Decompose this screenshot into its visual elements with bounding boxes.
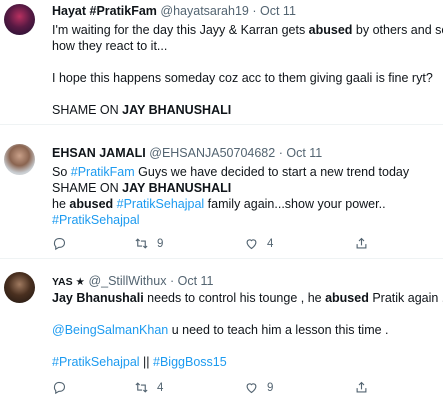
text-run: I'm waiting for the day this Jayy & Karr… bbox=[52, 23, 309, 37]
like-count: 4 bbox=[267, 237, 274, 250]
hashtag-link[interactable]: #BiggBoss15 bbox=[153, 355, 227, 369]
tweet-line: Jay Bhanushali needs to control his toun… bbox=[52, 290, 443, 306]
retweet-count: 9 bbox=[157, 237, 164, 250]
text-run: Pratik again . bbox=[368, 291, 443, 305]
tweet-line: he abused #PratikSehajpal family again..… bbox=[52, 196, 409, 212]
tweet-line: So #PratikFam Guys we have decided to st… bbox=[52, 164, 409, 180]
tweet-line bbox=[52, 338, 443, 354]
text-run: Guys we have decided to start a new tren… bbox=[134, 165, 410, 179]
reply-button[interactable] bbox=[52, 380, 134, 395]
reply-icon bbox=[53, 381, 66, 395]
retweet-button[interactable]: 4 bbox=[134, 380, 244, 395]
tweet-line: @BeingSalmanKhan u need to teach him a l… bbox=[52, 322, 443, 338]
tweet-line: I'm waiting for the day this Jayy & Karr… bbox=[52, 22, 443, 38]
like-icon bbox=[246, 239, 257, 250]
tweet-line: I hope this happens someday coz acc to t… bbox=[52, 70, 443, 86]
hashtag-link[interactable]: #PratikSehajpal bbox=[117, 197, 205, 211]
separator-dot: · bbox=[252, 4, 257, 18]
hashtag-link[interactable]: #PratikSehajpal bbox=[52, 355, 140, 369]
share-icon bbox=[356, 381, 367, 393]
bold-text: abused bbox=[325, 291, 369, 305]
retweet-icon bbox=[135, 382, 148, 393]
tweet[interactable]: Hayat #PratikFam @hayatsarah19 · Oct 11 … bbox=[0, 0, 443, 125]
text-run: how they react to it... bbox=[52, 39, 168, 53]
author-name[interactable]: Hayat #PratikFam bbox=[52, 4, 157, 18]
mention-link[interactable]: @BeingSalmanKhan bbox=[52, 323, 168, 337]
author-handle[interactable]: @EHSANJA50704682 bbox=[149, 146, 275, 160]
bold-text: JAY BHANUSHALI bbox=[122, 181, 232, 195]
retweet-button[interactable]: 9 bbox=[134, 236, 244, 251]
reply-button[interactable] bbox=[52, 236, 134, 251]
text-run: needs to control his tounge , he bbox=[143, 291, 326, 305]
bold-text: JAY BHANUSHALI bbox=[122, 103, 232, 117]
like-count: 9 bbox=[267, 381, 274, 394]
tweet-actions: 9 4 bbox=[52, 236, 377, 251]
tweet-text: I'm waiting for the day this Jayy & Karr… bbox=[52, 22, 443, 118]
timestamp[interactable]: Oct 11 bbox=[286, 146, 322, 160]
avatar[interactable] bbox=[4, 272, 35, 303]
tweet-line: how they react to it... bbox=[52, 38, 443, 54]
tweet-text: Jay Bhanushali needs to control his toun… bbox=[52, 290, 443, 370]
tweet-line: #PratikSehajpal || #BiggBoss15 bbox=[52, 354, 443, 370]
text-run: I hope this happens someday coz acc to t… bbox=[52, 71, 433, 85]
hashtag-link[interactable]: #PratikFam bbox=[71, 165, 135, 179]
bold-text: abused bbox=[69, 197, 114, 211]
like-icon bbox=[246, 383, 257, 394]
tweet-actions: 4 9 bbox=[52, 380, 377, 395]
timestamp[interactable]: Oct 11 bbox=[178, 274, 214, 288]
bold-text: abused bbox=[308, 23, 353, 37]
hashtag-link[interactable]: #PratikSehajpal bbox=[52, 213, 140, 227]
author-handle[interactable]: @_StillWithux bbox=[88, 274, 166, 288]
tweet-text: So #PratikFam Guys we have decided to st… bbox=[52, 164, 409, 228]
bold-text: Jay Bhanushali bbox=[52, 291, 144, 305]
like-button[interactable]: 9 bbox=[244, 380, 354, 395]
author-handle[interactable]: @hayatsarah19 bbox=[160, 4, 248, 18]
text-run: u need to teach him a lesson this time . bbox=[168, 323, 389, 337]
text-run: he bbox=[52, 197, 70, 211]
text-run: || bbox=[139, 355, 154, 369]
tweet-line: SHAME ON JAY BHANUSHALI bbox=[52, 180, 409, 196]
text-run: So bbox=[52, 165, 71, 179]
share-icon bbox=[356, 237, 367, 249]
tweet-line bbox=[52, 86, 443, 102]
separator-dot: · bbox=[278, 146, 283, 160]
avatar[interactable] bbox=[4, 4, 35, 35]
tweet-line: SHAME ON JAY BHANUSHALI bbox=[52, 102, 443, 118]
text-run: SHAME ON bbox=[52, 103, 123, 117]
tweet[interactable]: YAS ★ @_StillWithux · Oct 11 Jay Bhanush… bbox=[0, 260, 443, 403]
author-name[interactable]: YAS ★ bbox=[52, 276, 85, 288]
avatar[interactable] bbox=[4, 144, 35, 175]
text-run: SHAME ON bbox=[52, 181, 123, 195]
text-run: by others and see bbox=[355, 23, 443, 37]
text-run: family again...show your power.. bbox=[204, 197, 386, 211]
retweet-count: 4 bbox=[157, 381, 164, 394]
timestamp[interactable]: Oct 11 bbox=[260, 4, 296, 18]
tweet-line: #PratikSehajpal bbox=[52, 212, 409, 228]
tweet[interactable]: EHSAN JAMALI @EHSANJA50704682 · Oct 11 S… bbox=[0, 126, 443, 259]
separator-dot: · bbox=[169, 274, 175, 288]
reply-icon bbox=[53, 237, 66, 251]
author-name[interactable]: EHSAN JAMALI bbox=[52, 146, 146, 160]
tweet-line bbox=[52, 306, 443, 322]
share-button[interactable] bbox=[354, 236, 377, 251]
like-button[interactable]: 4 bbox=[244, 236, 354, 251]
tweet-line bbox=[52, 54, 443, 70]
share-button[interactable] bbox=[354, 380, 377, 395]
retweet-icon bbox=[135, 238, 148, 249]
